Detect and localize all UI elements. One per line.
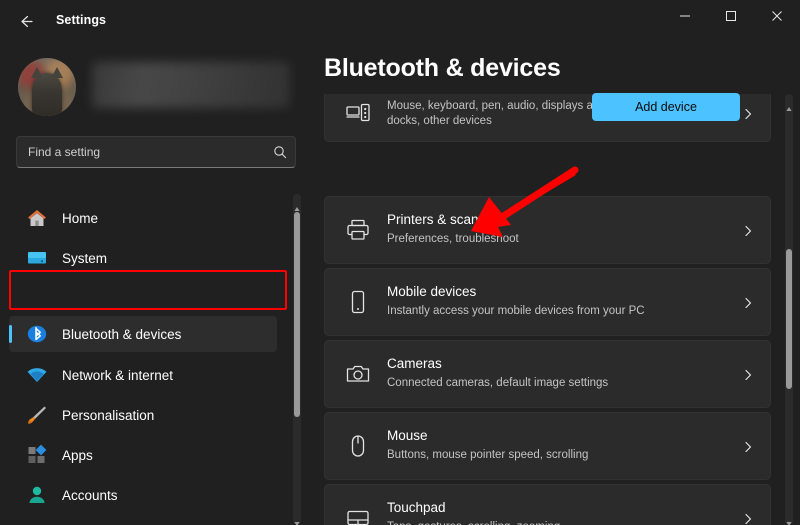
card-mobile-devices[interactable]: Mobile devices Instantly access your mob… [324, 268, 771, 336]
sidebar-scrollbar[interactable] [290, 194, 304, 525]
card-printers-scanners[interactable]: Printers & scanners Preferences, trouble… [324, 196, 771, 264]
profile-section[interactable] [18, 58, 290, 118]
sidebar-item-home[interactable]: Home [9, 200, 277, 236]
chevron-right-icon[interactable] [742, 368, 754, 381]
card-subtitle: Instantly access your mobile devices fro… [387, 305, 645, 317]
mouse-icon [345, 433, 371, 459]
settings-window: Settings Find a setting Home System Blue… [0, 0, 800, 525]
sidebar-item-time-language[interactable]: Time & language [9, 517, 277, 525]
sidebar-item-label: System [62, 250, 108, 266]
maximize-icon [725, 10, 737, 22]
sidebar-item-apps[interactable]: Apps [9, 437, 277, 473]
card-mouse[interactable]: Mouse Buttons, mouse pointer speed, scro… [324, 412, 771, 480]
sidebar-item-accounts[interactable]: Accounts [9, 477, 277, 513]
main-scrollbar[interactable] [782, 94, 796, 525]
card-subtitle: Preferences, troubleshoot [387, 233, 519, 245]
card-subtitle: Buttons, mouse pointer speed, scrolling [387, 449, 589, 461]
chevron-right-icon[interactable] [742, 224, 754, 237]
search-input[interactable] [17, 145, 265, 159]
avatar[interactable] [18, 58, 76, 116]
chevron-right-icon[interactable] [742, 512, 754, 525]
scroll-up-arrow-icon[interactable] [786, 99, 792, 111]
scroll-down-arrow-icon[interactable] [294, 514, 300, 525]
phone-icon [345, 289, 371, 315]
sidebar-item-label: Network & internet [62, 367, 174, 383]
window-title: Settings [56, 13, 107, 27]
camera-icon [345, 361, 371, 387]
person-icon [25, 483, 49, 507]
sidebar-item-label: Apps [62, 447, 93, 463]
maximize-button[interactable] [708, 0, 754, 32]
card-title: Printers & scanners [387, 212, 505, 227]
sidebar-item-label: Home [62, 210, 99, 226]
card-cameras[interactable]: Cameras Connected cameras, default image… [324, 340, 771, 408]
system-icon [25, 246, 49, 270]
card-subtitle: Mouse, keyboard, pen, audio, displays an… [387, 100, 606, 127]
close-button[interactable] [754, 0, 800, 32]
sidebar-item-label: Bluetooth & devices [62, 326, 182, 342]
selection-indicator [9, 325, 12, 343]
search-box[interactable] [16, 136, 296, 168]
scrollbar-thumb[interactable] [294, 212, 300, 417]
apps-icon [25, 443, 49, 467]
scroll-up-arrow-icon[interactable] [294, 199, 300, 211]
back-button[interactable] [8, 4, 44, 38]
card-title: Mobile devices [387, 284, 477, 299]
back-arrow-icon [18, 13, 35, 30]
card-touchpad[interactable]: Touchpad Taps, gestures, scrolling, zoom… [324, 484, 771, 525]
printer-icon [345, 217, 371, 243]
bluetooth-icon [25, 322, 49, 346]
card-title: Mouse [387, 428, 428, 443]
add-device-button[interactable]: Add device [592, 93, 740, 121]
chevron-right-icon[interactable] [742, 296, 754, 309]
scrollbar-thumb[interactable] [786, 249, 792, 389]
settings-card-list: Mouse, keyboard, pen, audio, displays an… [310, 94, 800, 525]
sidebar-item-personalisation[interactable]: Personalisation [9, 397, 277, 433]
sidebar: Home System [0, 44, 310, 525]
title-bar: Settings [0, 0, 800, 44]
touchpad-icon [345, 505, 371, 525]
paintbrush-icon [25, 403, 49, 427]
card-title: Cameras [387, 356, 442, 371]
close-icon [771, 10, 783, 22]
chevron-right-icon[interactable] [742, 107, 754, 120]
chevron-right-icon[interactable] [742, 440, 754, 453]
sidebar-item-label: Personalisation [62, 407, 155, 423]
sidebar-item-bluetooth-devices[interactable]: Bluetooth & devices [9, 316, 277, 352]
home-icon [25, 206, 49, 230]
profile-name [92, 62, 290, 108]
page-title: Bluetooth & devices [324, 54, 561, 82]
card-subtitle: Taps, gestures, scrolling, zooming [387, 521, 560, 525]
sidebar-item-label: Accounts [62, 487, 118, 503]
card-subtitle: Connected cameras, default image setting… [387, 377, 609, 389]
wifi-icon [25, 363, 49, 387]
minimize-button[interactable] [662, 0, 708, 32]
sidebar-item-network-internet[interactable]: Network & internet [9, 357, 277, 393]
search-icon[interactable] [265, 137, 295, 167]
minimize-icon [679, 10, 691, 22]
card-title: Touchpad [387, 500, 446, 515]
sidebar-item-system[interactable]: System [9, 240, 277, 276]
devices-icon [345, 100, 371, 126]
sidebar-nav: Home System Bluetooth & devices Network … [0, 194, 310, 525]
scroll-down-arrow-icon[interactable] [786, 514, 792, 525]
